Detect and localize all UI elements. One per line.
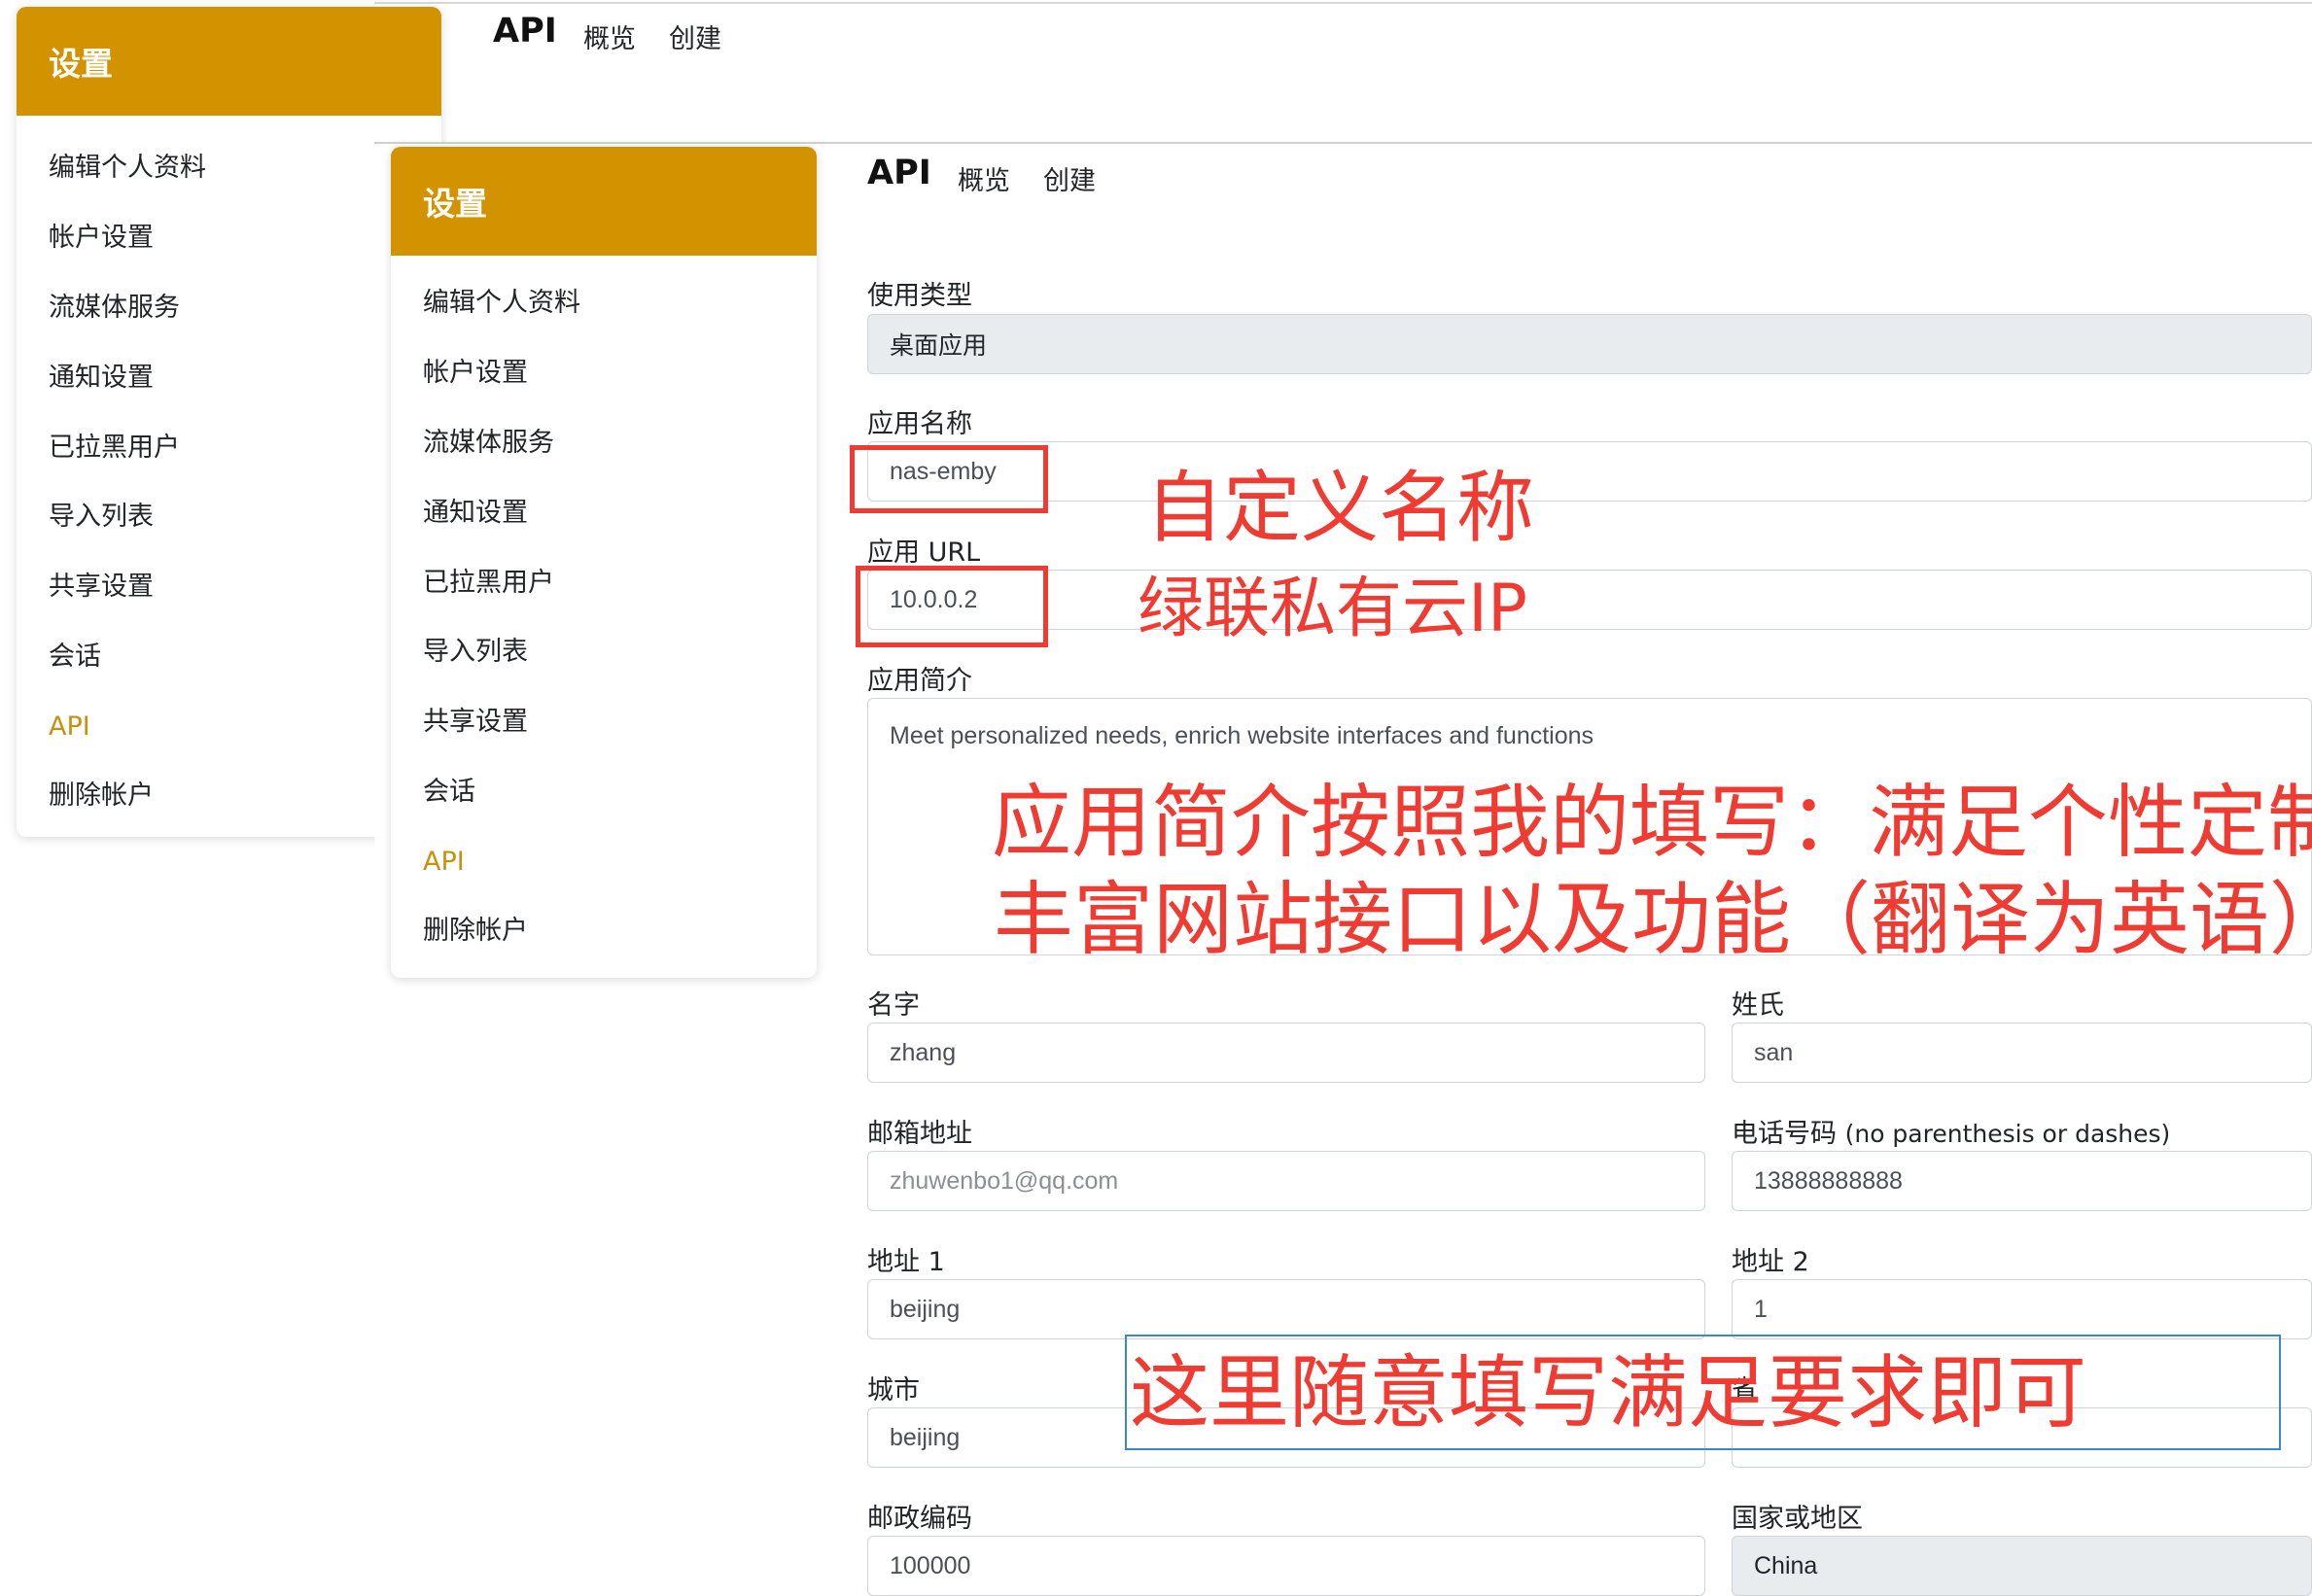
app-description-label: 应用简介 [867,666,972,696]
nav-title: API [493,12,557,51]
nav-link-create[interactable]: 创建 [669,17,721,55]
annotation-free-fill-note: 这里随意填写满足要求即可 [1130,1347,2087,1440]
sidebar-header: 设置 [17,7,441,116]
sidebar-item-sessions[interactable]: 会话 [423,776,475,809]
app-url-input[interactable]: 10.0.0.2 [867,570,2312,630]
app-name-label: 应用名称 [867,409,972,439]
sidebar-item-notifications[interactable]: 通知设置 [423,497,528,530]
last-name-input[interactable]: san [1732,1023,2312,1083]
app-url-label: 应用 URL [867,538,981,568]
sidebar-item-edit-profile[interactable]: 编辑个人资料 [49,152,206,185]
phone-input[interactable]: 13888888888 [1732,1151,2312,1211]
sidebar-item-api[interactable]: API [49,711,90,744]
sidebar-item-edit-profile[interactable]: 编辑个人资料 [423,287,580,320]
annotation-box-app-url [856,566,1048,647]
sidebar-item-account[interactable]: 帐户设置 [423,357,528,390]
last-name-label: 姓氏 [1732,990,1784,1021]
nav-title: API [867,154,931,192]
nav-link-overview[interactable]: 概览 [583,17,636,55]
annotation-name-note: 自定义名称 [1145,463,1534,553]
sidebar-item-account[interactable]: 帐户设置 [49,222,154,255]
postal-code-input[interactable]: 100000 [867,1536,1705,1596]
annotation-ip-note: 绿联私有云IP [1138,571,1528,647]
phone-label: 电话号码 (no parenthesis or dashes) [1732,1112,2170,1150]
sidebar-item-import[interactable]: 导入列表 [49,501,154,534]
settings-sidebar: 设置 编辑个人资料 帐户设置 流媒体服务 通知设置 已拉黑用户 导入列表 共享设… [391,147,817,978]
city-label: 城市 [867,1375,920,1405]
sidebar-item-import[interactable]: 导入列表 [423,636,528,669]
address2-input[interactable]: 1 [1732,1279,2312,1339]
postal-code-label: 邮政编码 [867,1504,972,1534]
sidebar-item-api[interactable]: API [423,846,465,879]
divider [374,2,2312,4]
phone-label-note: (no parenthesis or dashes) [1844,1120,2171,1148]
sidebar-header: 设置 [391,147,817,256]
country-label: 国家或地区 [1732,1504,1863,1534]
nav-link-create[interactable]: 创建 [1043,159,1096,197]
sidebar-item-delete-account[interactable]: 删除帐户 [49,780,154,813]
nav-link-overview[interactable]: 概览 [958,159,1010,197]
sidebar-item-notifications[interactable]: 通知设置 [49,362,154,395]
address1-label: 地址 1 [867,1247,945,1277]
usage-type-label: 使用类型 [867,281,972,311]
sidebar-item-blocked[interactable]: 已拉黑用户 [49,432,180,465]
country-select[interactable]: China [1732,1536,2312,1596]
app-name-input[interactable]: nas-emby [867,441,2312,502]
sidebar-item-blocked[interactable]: 已拉黑用户 [423,567,554,600]
sidebar-item-streaming[interactable]: 流媒体服务 [423,427,554,460]
sidebar-item-sessions[interactable]: 会话 [49,641,101,674]
first-name-input[interactable]: zhang [867,1023,1705,1083]
annotation-desc-note-line1: 应用简介按照我的填写：满足个性定制 [992,777,2312,869]
email-label: 邮箱地址 [867,1119,972,1149]
sidebar-item-streaming[interactable]: 流媒体服务 [49,292,180,325]
sidebar-item-sharing[interactable]: 共享设置 [49,571,154,604]
email-input[interactable]: zhuwenbo1@qq.com [867,1151,1705,1211]
sidebar-item-delete-account[interactable]: 删除帐户 [423,915,528,948]
phone-label-text: 电话号码 [1732,1119,1837,1149]
address1-input[interactable]: beijing [867,1279,1705,1339]
usage-type-select[interactable]: 桌面应用 [867,314,2312,374]
annotation-box-app-name [850,445,1048,513]
sidebar-item-sharing[interactable]: 共享设置 [423,706,528,739]
first-name-label: 名字 [867,990,920,1021]
annotation-desc-note-line2: 丰富网站接口以及功能（翻译为英语） [994,874,2312,966]
address2-label: 地址 2 [1732,1247,1809,1277]
